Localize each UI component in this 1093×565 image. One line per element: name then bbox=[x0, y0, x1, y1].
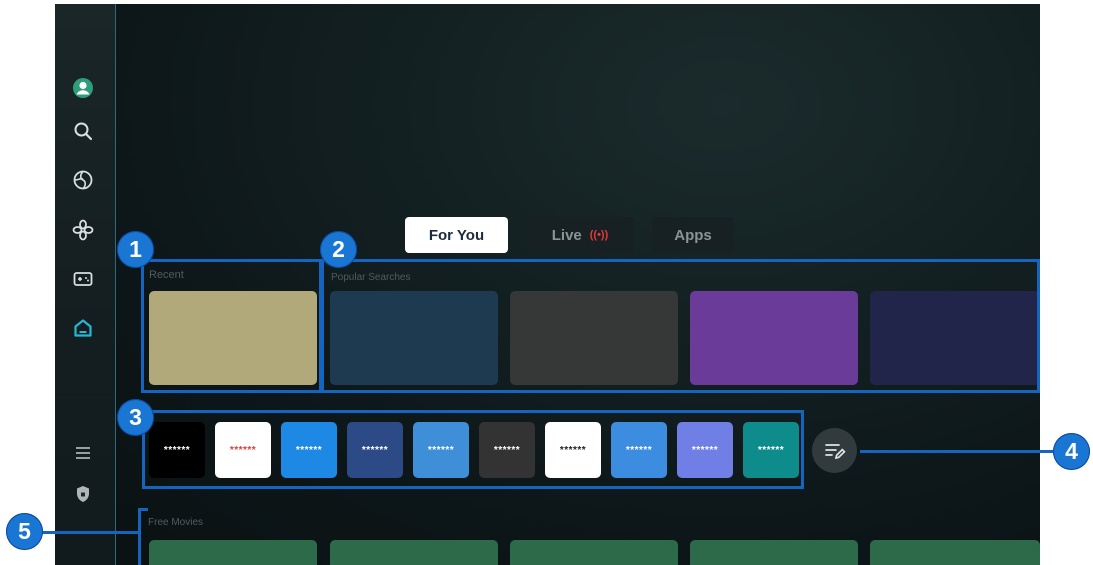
free-movie-card[interactable] bbox=[510, 540, 678, 565]
app-label: ****** bbox=[691, 444, 719, 456]
edit-list-icon bbox=[824, 443, 846, 459]
app-label: ****** bbox=[163, 444, 191, 456]
menu-icon[interactable] bbox=[70, 440, 96, 466]
popular-searches-section-title: Popular Searches bbox=[331, 272, 411, 283]
app-tile[interactable]: ****** bbox=[677, 422, 733, 478]
app-label: ****** bbox=[757, 444, 785, 456]
free-movie-card[interactable] bbox=[330, 540, 498, 565]
tab-label: Apps bbox=[674, 226, 712, 244]
popular-card[interactable] bbox=[870, 291, 1040, 385]
home-icon[interactable] bbox=[70, 315, 96, 341]
callout-4: 4 bbox=[1053, 433, 1090, 470]
sidebar bbox=[55, 4, 116, 565]
app-label: ****** bbox=[295, 444, 323, 456]
popular-card[interactable] bbox=[690, 291, 858, 385]
popular-card[interactable] bbox=[510, 291, 678, 385]
app-label: ****** bbox=[361, 444, 389, 456]
tab-live[interactable]: Live ((•)) bbox=[526, 217, 634, 253]
free-movies-bracket-top bbox=[138, 508, 148, 511]
app-tile[interactable]: ****** bbox=[479, 422, 535, 478]
app-label: ****** bbox=[625, 444, 653, 456]
free-movie-card[interactable] bbox=[149, 540, 317, 565]
tab-for-you[interactable]: For You bbox=[405, 217, 508, 253]
callout-4-line bbox=[860, 450, 1058, 453]
tab-apps[interactable]: Apps bbox=[652, 217, 734, 253]
game-icon[interactable] bbox=[70, 266, 96, 292]
callout-1: 1 bbox=[117, 231, 154, 268]
popular-card[interactable] bbox=[330, 291, 498, 385]
tab-label: For You bbox=[428, 226, 485, 244]
callout-3: 3 bbox=[117, 399, 154, 436]
app-tile[interactable]: ****** bbox=[743, 422, 799, 478]
free-movies-section-title: Free Movies bbox=[148, 517, 204, 528]
callout-5-line bbox=[40, 531, 140, 534]
free-movie-card[interactable] bbox=[870, 540, 1040, 565]
app-tile[interactable]: ****** bbox=[545, 422, 601, 478]
recent-section-title: Recent bbox=[149, 269, 184, 281]
profile-icon[interactable] bbox=[70, 75, 96, 101]
free-movies-bracket bbox=[138, 508, 141, 565]
app-label: ****** bbox=[427, 444, 455, 456]
app-tile[interactable]: ****** bbox=[281, 422, 337, 478]
live-indicator-icon: ((•)) bbox=[589, 229, 609, 241]
tv-home-screen: For You Live ((•)) Apps Recent Popular S… bbox=[55, 4, 1040, 565]
free-movie-card[interactable] bbox=[690, 540, 858, 565]
app-tile[interactable]: ****** bbox=[611, 422, 667, 478]
recent-card[interactable] bbox=[149, 291, 317, 385]
app-label: ****** bbox=[493, 444, 521, 456]
app-label: ****** bbox=[559, 444, 587, 456]
privacy-shield-icon[interactable] bbox=[70, 481, 96, 507]
search-icon[interactable] bbox=[70, 118, 96, 144]
app-tile[interactable]: ****** bbox=[215, 422, 271, 478]
connected-devices-icon[interactable] bbox=[70, 217, 96, 243]
callout-5: 5 bbox=[6, 513, 43, 550]
app-tile[interactable]: ****** bbox=[413, 422, 469, 478]
app-tile[interactable]: ****** bbox=[347, 422, 403, 478]
callout-2: 2 bbox=[320, 231, 357, 268]
ambient-icon[interactable] bbox=[70, 167, 96, 193]
tab-label: Live bbox=[551, 226, 582, 244]
app-label: ****** bbox=[229, 444, 257, 456]
edit-apps-button[interactable] bbox=[812, 428, 857, 473]
app-tile[interactable]: ****** bbox=[149, 422, 205, 478]
